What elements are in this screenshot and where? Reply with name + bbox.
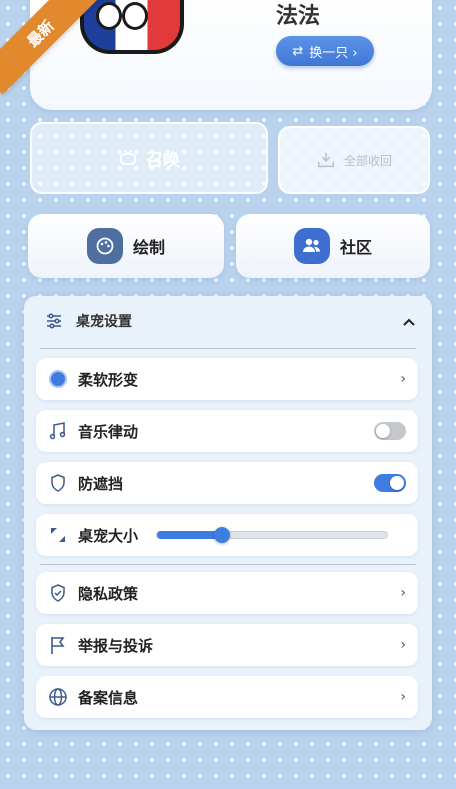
summon-label: 召唤 bbox=[146, 150, 180, 171]
toggle-knob bbox=[390, 476, 404, 490]
chevron-up-icon[interactable] bbox=[402, 312, 416, 331]
setting-label: 防遮挡 bbox=[78, 474, 124, 493]
setting-label: 桌宠大小 bbox=[78, 526, 139, 545]
chevron-right-icon: › bbox=[400, 585, 406, 601]
record-info-item[interactable]: 备案信息 › bbox=[36, 676, 418, 718]
tv-icon bbox=[118, 148, 138, 168]
setting-label: 举报与投诉 bbox=[78, 636, 154, 655]
slider-thumb[interactable] bbox=[214, 527, 231, 543]
report-complaint-item[interactable]: 举报与投诉 › bbox=[36, 624, 418, 666]
shield-icon bbox=[48, 473, 68, 493]
slider-fill bbox=[157, 531, 223, 539]
pet-eye-left bbox=[96, 2, 122, 30]
community-button[interactable]: 社区 bbox=[236, 214, 430, 278]
pet-eye-right bbox=[122, 2, 148, 30]
switch-pet-label: 换一只 › bbox=[309, 45, 358, 61]
privacy-policy-item[interactable]: 隐私政策 › bbox=[36, 572, 418, 614]
sliders-icon bbox=[44, 311, 64, 331]
divider bbox=[40, 564, 416, 565]
setting-pet-size: 桌宠大小 bbox=[36, 514, 418, 556]
draw-button[interactable]: 绘制 bbox=[28, 214, 224, 278]
settings-header[interactable]: 桌宠设置 bbox=[24, 296, 432, 346]
circle-icon bbox=[48, 369, 68, 389]
flag-icon bbox=[48, 635, 68, 655]
recall-all-button[interactable]: 全部收回 bbox=[278, 126, 430, 194]
chevron-right-icon: › bbox=[400, 689, 406, 705]
shield-check-icon bbox=[48, 583, 68, 603]
settings-title: 桌宠设置 bbox=[76, 314, 132, 330]
summon-button[interactable]: 召唤 bbox=[30, 122, 268, 194]
setting-music-rhythm: 音乐律动 bbox=[36, 410, 418, 452]
music-rhythm-toggle[interactable] bbox=[374, 422, 406, 440]
anti-occlusion-toggle[interactable] bbox=[374, 474, 406, 492]
setting-anti-occlusion: 防遮挡 bbox=[36, 462, 418, 504]
setting-label: 备案信息 bbox=[78, 688, 139, 707]
pet-size-slider[interactable] bbox=[156, 527, 389, 543]
pet-settings-panel: 桌宠设置 柔软形变 › 音乐律动 防遮挡 桌宠大小 隐私政策 › 举报与投诉 ›… bbox=[24, 296, 432, 730]
draw-label: 绘制 bbox=[132, 238, 165, 257]
palette-icon bbox=[86, 228, 123, 264]
chevron-right-icon: › bbox=[400, 371, 406, 387]
switch-pet-button[interactable]: ⇄ 换一只 › bbox=[276, 36, 374, 66]
divider bbox=[40, 348, 416, 349]
setting-label: 音乐律动 bbox=[78, 422, 139, 441]
setting-soft-deform[interactable]: 柔软形变 › bbox=[36, 358, 418, 400]
download-tray-icon bbox=[316, 150, 336, 170]
pet-avatar[interactable] bbox=[80, 0, 184, 54]
setting-label: 柔软形变 bbox=[78, 370, 139, 389]
pet-name: 法法 bbox=[276, 4, 321, 29]
music-note-icon bbox=[48, 421, 68, 441]
swap-icon: ⇄ bbox=[292, 43, 304, 59]
community-label: 社区 bbox=[339, 238, 372, 257]
recall-all-label: 全部收回 bbox=[343, 153, 392, 168]
chevron-right-icon: › bbox=[400, 637, 406, 653]
pet-card: 法法 ⇄ 换一只 › bbox=[30, 0, 432, 110]
setting-label: 隐私政策 bbox=[78, 584, 139, 603]
people-icon bbox=[293, 228, 330, 264]
toggle-knob bbox=[376, 424, 390, 438]
resize-icon bbox=[48, 525, 68, 545]
globe-icon bbox=[48, 687, 68, 707]
